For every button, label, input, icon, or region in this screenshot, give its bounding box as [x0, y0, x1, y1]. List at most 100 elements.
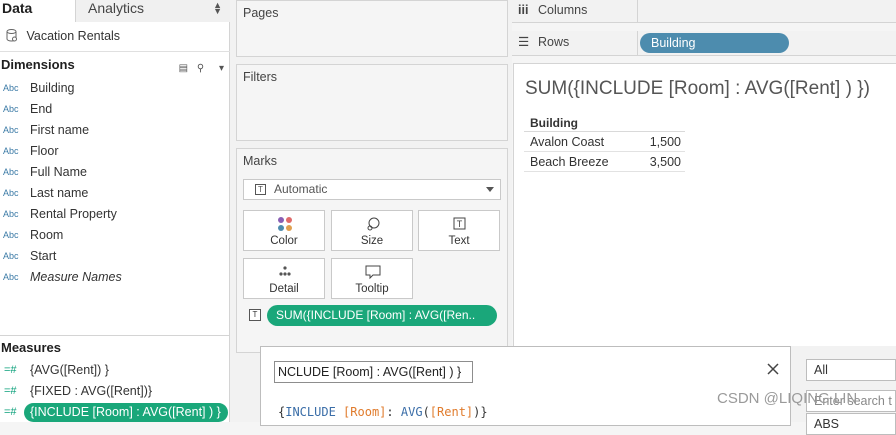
mark-type-dropdown[interactable]: T Automatic [243, 179, 501, 200]
measures-header: Measures [0, 337, 230, 359]
watermark: CSDN @LIQING LIN [717, 390, 858, 407]
divider [0, 335, 230, 336]
value-cell: 3,500 [649, 155, 681, 169]
dropdown-caret-icon [486, 187, 494, 192]
dimension-name: Start [30, 249, 57, 263]
filters-card[interactable]: Filters [236, 64, 508, 141]
table-row[interactable]: Avalon Coast 1,500 [524, 132, 685, 152]
dimension-name: First name [30, 123, 90, 137]
columns-icon: iii [518, 3, 529, 17]
code-function: AVG [400, 405, 423, 419]
measure-name: {FIXED : AVG([Rent])} [30, 384, 153, 398]
string-type-icon: Abc [3, 125, 19, 135]
dimension-item[interactable]: Abc First name [0, 120, 230, 141]
calc-code[interactable]: {INCLUDE [Room]: AVG([Rent])} [278, 405, 488, 419]
measure-item[interactable]: =# {INCLUDE [Room] : AVG([Rent] ) } [0, 402, 230, 423]
dimension-item[interactable]: Abc End [0, 99, 230, 120]
string-type-icon: Abc [3, 209, 19, 219]
string-type-icon: Abc [3, 167, 19, 177]
string-type-icon: Abc [3, 188, 19, 198]
text-button[interactable]: T Text [418, 210, 500, 251]
size-icon [367, 217, 380, 231]
text-mark-icon: T [255, 184, 266, 195]
measure-pill[interactable]: SUM({INCLUDE [Room] : AVG([Ren.. [267, 305, 497, 326]
data-pane: Data Analytics ▲ ▼ Vacation Rentals Dimen… [0, 0, 230, 422]
dimension-item[interactable]: Abc Last name [0, 183, 230, 204]
dimension-tools: ▤ ⚲ ▾ [179, 58, 224, 80]
dimension-item[interactable]: Abc Measure Names [0, 267, 230, 288]
code-field: [Rent] [429, 405, 474, 419]
text-encoding-icon: T [249, 309, 261, 321]
pages-card[interactable]: Pages [236, 0, 508, 57]
dimension-name: Room [30, 228, 64, 242]
table-row[interactable]: Beach Breeze 3,500 [524, 152, 685, 172]
dimension-item[interactable]: Abc Full Name [0, 162, 230, 183]
search-icon[interactable]: ⚲ [197, 63, 204, 74]
measure-item[interactable]: =# {FIXED : AVG([Rent])} [0, 381, 230, 402]
tooltip-icon [365, 265, 381, 280]
string-type-icon: Abc [3, 230, 19, 240]
dimension-item[interactable]: Abc Start [0, 246, 230, 267]
code-field: [Room] [343, 405, 387, 419]
tooltip-button[interactable]: Tooltip [331, 258, 413, 299]
mark-type-value: Automatic [274, 182, 328, 196]
measure-name: {AVG([Rent]) } [30, 363, 109, 377]
dimension-item[interactable]: Abc Floor [0, 141, 230, 162]
columns-text: Columns [538, 3, 588, 17]
calc-name-input[interactable]: NCLUDE [Room] : AVG([Rent] ) } [274, 361, 473, 383]
view-list-icon[interactable]: ▤ [179, 63, 188, 74]
string-type-icon: Abc [3, 146, 19, 156]
building-cell: Beach Breeze [530, 155, 609, 169]
columns-shelf[interactable]: iii Columns [512, 0, 896, 23]
dimension-name: Building [30, 81, 75, 95]
calc-number-type-icon: =# [4, 364, 17, 376]
shelf-separator [637, 31, 638, 55]
building-cell: Avalon Coast [530, 135, 605, 149]
pane-tabs: Data Analytics ▲ ▼ [0, 0, 230, 22]
function-list-item[interactable]: ABS [806, 413, 896, 435]
string-type-icon: Abc [3, 272, 19, 282]
dimension-item[interactable]: Abc Building [0, 78, 230, 99]
detail-icon [279, 266, 291, 276]
rows-shelf[interactable]: ☰ Rows Building [512, 31, 896, 56]
dimensions-header: Dimensions ▤ ⚲ ▾ [0, 54, 230, 76]
text-label: Text [448, 235, 470, 247]
chevron-down-icon[interactable]: ▾ [219, 63, 224, 74]
datasource-row[interactable]: Vacation Rentals [0, 26, 230, 52]
table-header[interactable]: Building [524, 114, 685, 132]
tab-analytics-label: Analytics [88, 0, 145, 16]
rows-icon: ☰ [518, 35, 530, 49]
dimension-item[interactable]: Abc Room [0, 225, 230, 246]
filters-title: Filters [243, 70, 278, 84]
view-canvas: SUM({INCLUDE [Room] : AVG([Rent] ) }) Bu… [513, 63, 896, 353]
code-keyword: INCLUDE [285, 405, 336, 419]
calc-number-type-icon: =# [4, 385, 17, 397]
color-button[interactable]: Color [243, 210, 325, 251]
function-category-dropdown[interactable]: All [806, 359, 896, 381]
text-icon: T [453, 217, 466, 230]
rows-text: Rows [538, 35, 570, 49]
dimension-name: End [30, 102, 53, 116]
dimension-name: Measure Names [30, 270, 122, 284]
tab-analytics[interactable]: Analytics ▲ ▼ [76, 0, 230, 22]
close-icon[interactable] [765, 361, 781, 377]
detail-label: Detail [269, 283, 299, 295]
value-cell: 1,500 [649, 135, 681, 149]
string-type-icon: Abc [3, 104, 19, 114]
dimension-name: Floor [30, 144, 59, 158]
dimension-name: Last name [30, 186, 89, 200]
tab-data[interactable]: Data [0, 0, 76, 22]
view-title[interactable]: SUM({INCLUDE [Room] : AVG([Rent] ) }) [525, 78, 870, 100]
dimension-item[interactable]: Abc Rental Property [0, 204, 230, 225]
dimension-name: Full Name [30, 165, 87, 179]
up-down-arrows-icon[interactable]: ▲ ▼ [213, 1, 222, 16]
measure-item[interactable]: =# {AVG([Rent]) } [0, 360, 230, 381]
detail-button[interactable]: Detail [243, 258, 325, 299]
code-colon: : [386, 405, 394, 419]
building-pill[interactable]: Building [640, 33, 789, 53]
measures-title: Measures [1, 340, 61, 355]
size-button[interactable]: Size [331, 210, 413, 251]
pages-title: Pages [243, 6, 279, 20]
color-icon [278, 217, 292, 231]
dimension-name: Rental Property [30, 207, 117, 221]
